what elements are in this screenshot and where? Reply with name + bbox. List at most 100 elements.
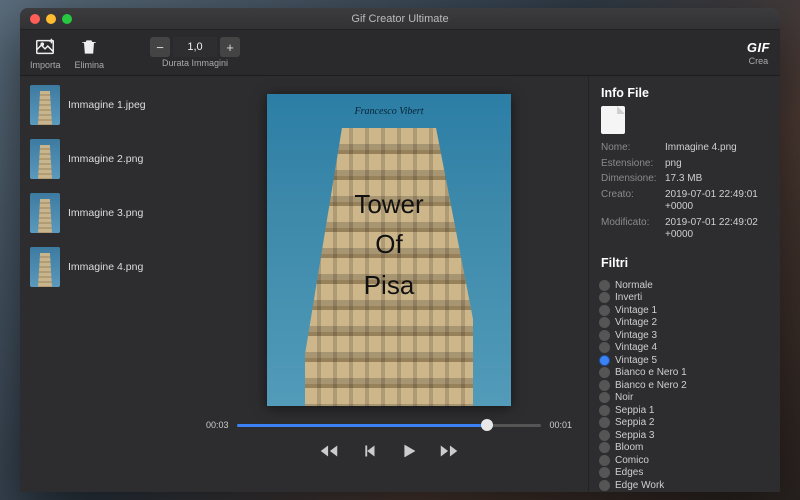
info-pane[interactable]: Info File Nome:Immagine 4.png Estensione… [588, 76, 780, 492]
timeline: 00:03 00:01 [196, 420, 582, 430]
radio-icon [599, 480, 610, 491]
import-button[interactable]: Importa [30, 35, 61, 70]
filter-label: Normale [615, 280, 653, 291]
filter-option[interactable]: Comico [599, 455, 770, 466]
overlay-line-2: Of [267, 224, 511, 264]
sidebar[interactable]: Immagine 1.jpeg Immagine 2.png Immagine 3.… [20, 76, 190, 492]
filter-label: Seppia 3 [615, 430, 654, 441]
filter-option[interactable]: Inverti [599, 292, 770, 303]
duration-increment[interactable]: + [220, 37, 240, 57]
time-total: 00:01 [549, 420, 572, 430]
sidebar-item[interactable]: Immagine 3.png [26, 190, 184, 236]
main: Immagine 1.jpeg Immagine 2.png Immagine 3.… [20, 76, 780, 492]
label-modificato: Modificato: [601, 217, 659, 242]
radio-icon [599, 330, 610, 341]
radio-icon [599, 467, 610, 478]
filter-label: Comico [615, 455, 649, 466]
value-estensione: png [665, 158, 770, 171]
radio-icon [599, 380, 610, 391]
radio-icon [599, 392, 610, 403]
time-current: 00:03 [206, 420, 229, 430]
value-modificato: 2019-07-01 22:49:02 +0000 [665, 217, 770, 242]
close-icon[interactable] [30, 14, 40, 24]
filter-label: Noir [615, 392, 633, 403]
filter-label: Vintage 4 [615, 342, 657, 353]
filter-option[interactable]: Edges [599, 467, 770, 478]
timeline-knob[interactable] [481, 419, 493, 431]
value-creato: 2019-07-01 22:49:01 +0000 [665, 189, 770, 214]
create-label: Crea [749, 56, 769, 66]
duration-decrement[interactable]: − [150, 37, 170, 57]
titlebar: Gif Creator Ultimate [20, 8, 780, 30]
zoom-icon[interactable] [62, 14, 72, 24]
filter-option[interactable]: Vintage 2 [599, 317, 770, 328]
filter-option[interactable]: Vintage 4 [599, 342, 770, 353]
duration-value[interactable]: 1,0 [173, 37, 217, 57]
delete-button[interactable]: Elimina [75, 35, 105, 70]
radio-icon [599, 455, 610, 466]
preview-image: Francesco Vibert Tower Of Pisa [267, 94, 511, 406]
gif-icon: GIF [747, 40, 770, 55]
preview-credit: Francesco Vibert [267, 106, 511, 117]
filter-label: Bianco e Nero 1 [615, 367, 687, 378]
label-estensione: Estensione: [601, 158, 659, 171]
app-window: Gif Creator Ultimate Importa Elimina − 1… [20, 8, 780, 492]
radio-icon [599, 405, 610, 416]
radio-icon [599, 317, 610, 328]
radio-icon [599, 342, 610, 353]
filter-option[interactable]: Seppia 3 [599, 430, 770, 441]
window-title: Gif Creator Ultimate [20, 13, 780, 25]
filter-option[interactable]: Vintage 1 [599, 305, 770, 316]
preview-overlay-text: Tower Of Pisa [267, 184, 511, 305]
radio-icon [599, 292, 610, 303]
timeline-progress [237, 424, 487, 427]
filter-option[interactable]: Edge Work [599, 480, 770, 491]
filter-option[interactable]: Bloom [599, 442, 770, 453]
radio-icon [599, 442, 610, 453]
sidebar-item[interactable]: Immagine 1.jpeg [26, 82, 184, 128]
filter-option[interactable]: Noir [599, 392, 770, 403]
filter-label: Edge Work [615, 480, 664, 491]
prev-frame-icon[interactable] [358, 440, 380, 462]
import-label: Importa [30, 60, 61, 70]
filter-label: Bloom [615, 442, 643, 453]
filter-label: Seppia 2 [615, 417, 654, 428]
filter-option[interactable]: Seppia 2 [599, 417, 770, 428]
filter-label: Bianco e Nero 2 [615, 380, 687, 391]
overlay-line-3: Pisa [267, 265, 511, 305]
duration-label: Durata Immagini [162, 58, 228, 68]
filter-option[interactable]: Bianco e Nero 2 [599, 380, 770, 391]
overlay-line-1: Tower [267, 184, 511, 224]
preview-area: Francesco Vibert Tower Of Pisa 00:03 00:… [190, 76, 588, 492]
create-button[interactable]: GIF Crea [747, 40, 770, 66]
filters-section: Filtri NormaleInvertiVintage 1Vintage 2V… [601, 256, 770, 493]
thumbnail [30, 139, 60, 179]
sidebar-item-label: Immagine 3.png [68, 207, 143, 219]
delete-label: Elimina [75, 60, 105, 70]
sidebar-item[interactable]: Immagine 2.png [26, 136, 184, 182]
filter-option[interactable]: Seppia 1 [599, 405, 770, 416]
rewind-icon[interactable] [318, 440, 340, 462]
info-row: Dimensione:17.3 MB [601, 173, 770, 186]
minimize-icon[interactable] [46, 14, 56, 24]
filter-option[interactable]: Normale [599, 280, 770, 291]
info-row: Modificato:2019-07-01 22:49:02 +0000 [601, 217, 770, 242]
sidebar-item-label: Immagine 1.jpeg [68, 99, 146, 111]
info-row: Estensione: png [601, 158, 770, 171]
filter-label: Edges [615, 467, 643, 478]
play-icon[interactable] [398, 440, 420, 462]
filter-option[interactable]: Vintage 5 [599, 355, 770, 366]
value-dimensione: 17.3 MB [665, 173, 770, 186]
duration-stepper-group: − 1,0 + Durata Immagini [150, 37, 240, 68]
timeline-track[interactable] [237, 424, 542, 427]
filter-option[interactable]: Bianco e Nero 1 [599, 367, 770, 378]
filter-option[interactable]: Vintage 3 [599, 330, 770, 341]
sidebar-item-label: Immagine 2.png [68, 153, 143, 165]
playback-controls [318, 440, 460, 462]
sidebar-item[interactable]: Immagine 4.png [26, 244, 184, 290]
document-icon [601, 106, 625, 134]
label-nome: Nome: [601, 142, 659, 155]
sidebar-item-label: Immagine 4.png [68, 261, 143, 273]
info-heading: Info File [601, 86, 770, 100]
fast-forward-icon[interactable] [438, 440, 460, 462]
